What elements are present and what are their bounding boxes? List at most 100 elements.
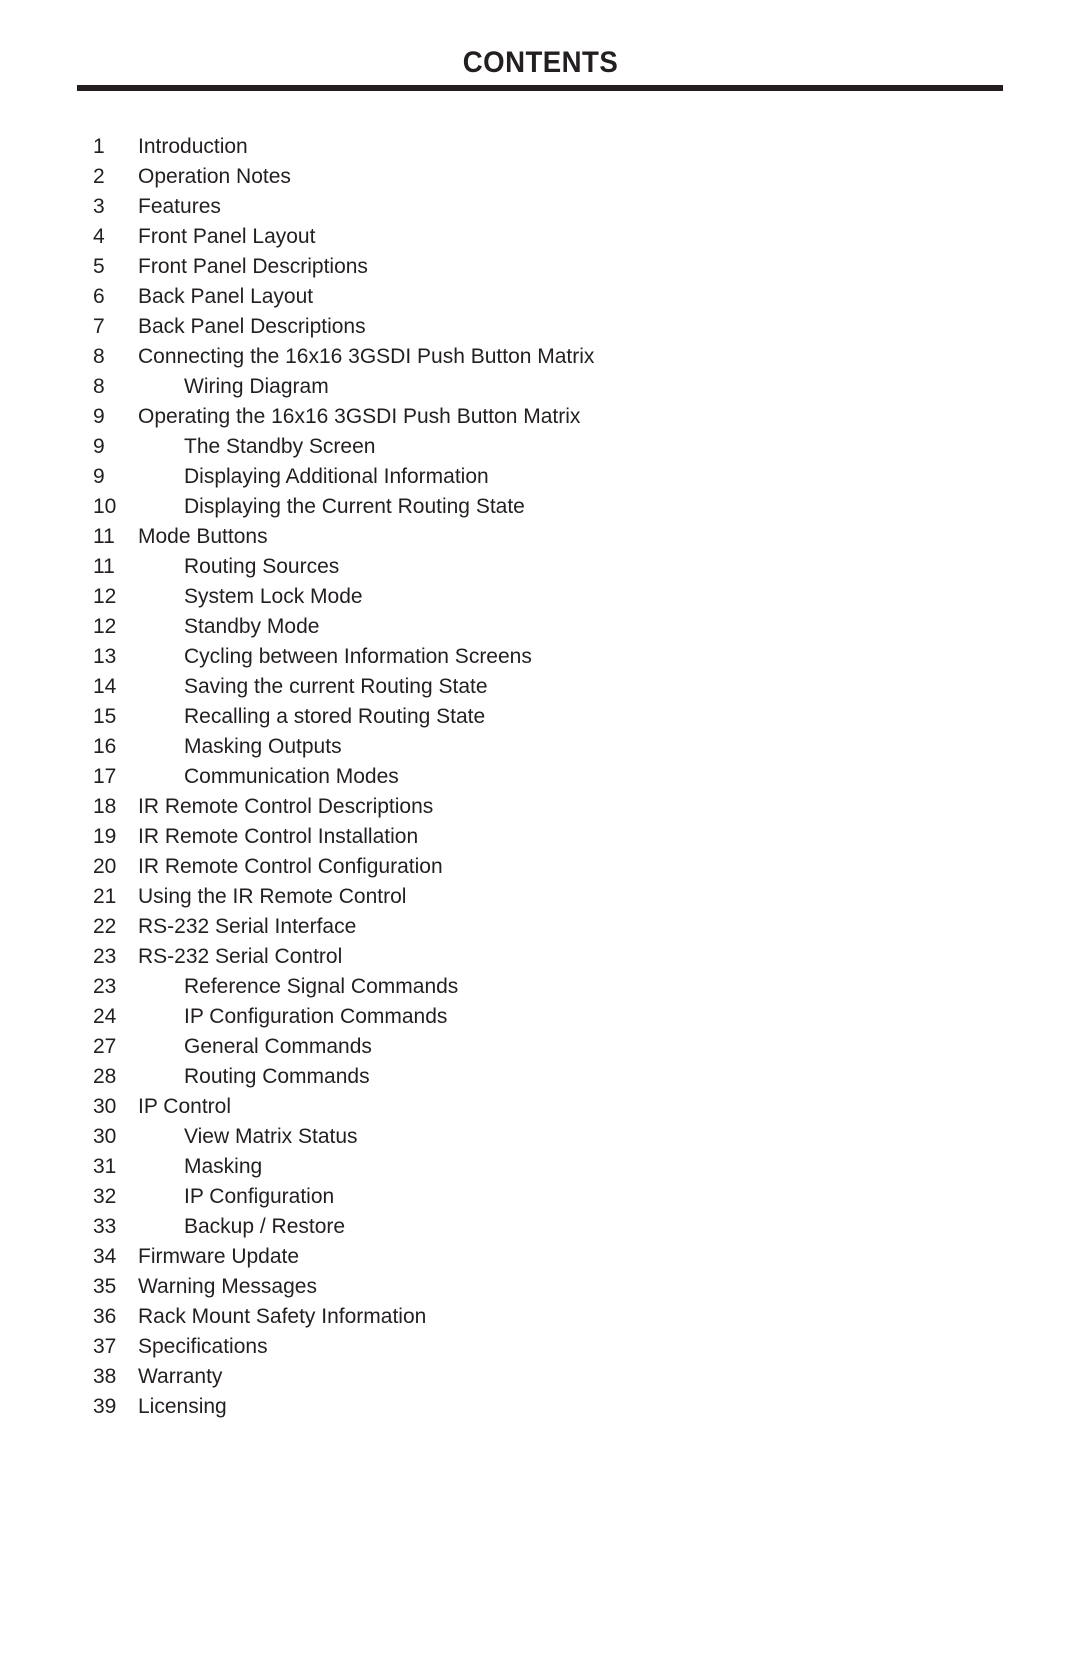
toc-entry[interactable]: 15 Recalling a stored Routing State — [0, 702, 1080, 732]
toc-entry[interactable]: 4 Front Panel Layout — [0, 222, 1080, 252]
toc-entry-page-number: 6 — [93, 285, 105, 308]
toc-entry[interactable]: 2 Operation Notes — [0, 162, 1080, 192]
toc-entry[interactable]: 20 IR Remote Control Configuration — [0, 852, 1080, 882]
toc-entry[interactable]: 8 Wiring Diagram — [0, 372, 1080, 402]
toc-entry[interactable]: 11 Mode Buttons — [0, 522, 1080, 552]
toc-entry[interactable]: 38 Warranty — [0, 1362, 1080, 1392]
toc-entry-label: Communication Modes — [184, 765, 399, 788]
toc-entry-page-number: 12 — [93, 585, 117, 608]
toc-entry[interactable]: 23 RS-232 Serial Control — [0, 942, 1080, 972]
toc-entry-label: Warranty — [138, 1365, 223, 1388]
contents-page: CONTENTS 1 Introduction 2 Operation Notes 3 F… — [0, 0, 1080, 1669]
toc-entry-label: The Standby Screen — [184, 435, 376, 458]
header-divider — [77, 85, 1003, 91]
toc-entry[interactable]: 5 Front Panel Descriptions — [0, 252, 1080, 282]
toc-entry-label: Operating the 16x16 3GSDI Push Button Ma… — [138, 405, 581, 428]
toc-entry[interactable]: 28 Routing Commands — [0, 1062, 1080, 1092]
toc-entry[interactable]: 19 IR Remote Control Installation — [0, 822, 1080, 852]
toc-entry-label: Routing Commands — [184, 1065, 370, 1088]
toc-entry[interactable]: 24 IP Configuration Commands — [0, 1002, 1080, 1032]
toc-entry-page-number: 34 — [93, 1245, 117, 1268]
toc-entry-page-number: 8 — [93, 345, 105, 368]
toc-entry[interactable]: 31 Masking — [0, 1152, 1080, 1182]
toc-entry-label: RS-232 Serial Control — [138, 945, 343, 968]
toc-entry-page-number: 9 — [93, 465, 105, 488]
page-title: CONTENTS — [462, 46, 618, 79]
toc-entry[interactable]: 30 View Matrix Status — [0, 1122, 1080, 1152]
toc-entry[interactable]: 6 Back Panel Layout — [0, 282, 1080, 312]
toc-entry-label: Front Panel Layout — [138, 225, 316, 248]
toc-entry-page-number: 11 — [93, 525, 115, 548]
toc-entry-label: System Lock Mode — [184, 585, 363, 608]
toc-entry[interactable]: 11 Routing Sources — [0, 552, 1080, 582]
toc-entry-page-number: 1 — [93, 135, 105, 158]
toc-entry[interactable]: 1 Introduction — [0, 132, 1080, 162]
toc-entry[interactable]: 3 Features — [0, 192, 1080, 222]
toc-entry-page-number: 7 — [93, 315, 105, 338]
toc-entry-label: Using the IR Remote Control — [138, 885, 407, 908]
toc-entry[interactable]: 12 System Lock Mode — [0, 582, 1080, 612]
table-of-contents-list: 1 Introduction 2 Operation Notes 3 Features 4 F… — [0, 132, 1080, 1422]
toc-entry-page-number: 2 — [93, 165, 105, 188]
toc-entry-label: RS-232 Serial Interface — [138, 915, 357, 938]
toc-entry[interactable]: 21 Using the IR Remote Control — [0, 882, 1080, 912]
toc-entry[interactable]: 7 Back Panel Descriptions — [0, 312, 1080, 342]
toc-entry-page-number: 5 — [93, 255, 105, 278]
toc-entry[interactable]: 30 IP Control — [0, 1092, 1080, 1122]
toc-entry[interactable]: 36 Rack Mount Safety Information — [0, 1302, 1080, 1332]
toc-entry-label: IR Remote Control Descriptions — [138, 795, 434, 818]
toc-entry[interactable]: 23 Reference Signal Commands — [0, 972, 1080, 1002]
page-header: CONTENTS — [77, 46, 1003, 80]
toc-entry-page-number: 17 — [93, 765, 117, 788]
toc-entry[interactable]: 39 Licensing — [0, 1392, 1080, 1422]
toc-entry-page-number: 10 — [93, 495, 117, 518]
toc-entry[interactable]: 17 Communication Modes — [0, 762, 1080, 792]
toc-entry[interactable]: 9 Displaying Additional Information — [0, 462, 1080, 492]
toc-entry[interactable]: 27 General Commands — [0, 1032, 1080, 1062]
toc-entry-page-number: 9 — [93, 435, 105, 458]
toc-entry[interactable]: 33 Backup / Restore — [0, 1212, 1080, 1242]
toc-entry[interactable]: 22 RS-232 Serial Interface — [0, 912, 1080, 942]
toc-entry-label: Licensing — [138, 1395, 227, 1418]
toc-entry[interactable]: 8 Connecting the 16x16 3GSDI Push Button … — [0, 342, 1080, 372]
toc-entry[interactable]: 9 The Standby Screen — [0, 432, 1080, 462]
toc-entry-label: Displaying the Current Routing State — [184, 495, 525, 518]
toc-entry-page-number: 11 — [93, 555, 115, 578]
toc-entry-page-number: 24 — [93, 1005, 117, 1028]
toc-entry[interactable]: 34 Firmware Update — [0, 1242, 1080, 1272]
toc-entry-page-number: 12 — [93, 615, 117, 638]
toc-entry-page-number: 30 — [93, 1095, 117, 1118]
toc-entry-page-number: 13 — [93, 645, 117, 668]
toc-entry-label: Connecting the 16x16 3GSDI Push Button M… — [138, 345, 595, 368]
toc-entry-page-number: 38 — [93, 1365, 117, 1388]
toc-entry-label: IR Remote Control Configuration — [138, 855, 443, 878]
toc-entry[interactable]: 10 Displaying the Current Routing State — [0, 492, 1080, 522]
toc-entry-label: Standby Mode — [184, 615, 320, 638]
toc-entry-page-number: 21 — [93, 885, 117, 908]
toc-entry[interactable]: 13 Cycling between Information Screens — [0, 642, 1080, 672]
toc-entry-page-number: 27 — [93, 1035, 117, 1058]
toc-entry-page-number: 14 — [93, 675, 117, 698]
toc-entry[interactable]: 37 Specifications — [0, 1332, 1080, 1362]
toc-entry-page-number: 30 — [93, 1125, 117, 1148]
toc-entry-label: Rack Mount Safety Information — [138, 1305, 427, 1328]
toc-entry-label: Recalling a stored Routing State — [184, 705, 486, 728]
toc-entry[interactable]: 35 Warning Messages — [0, 1272, 1080, 1302]
toc-entry[interactable]: 18 IR Remote Control Descriptions — [0, 792, 1080, 822]
toc-entry-page-number: 39 — [93, 1395, 117, 1418]
toc-entry-label: Displaying Additional Information — [184, 465, 489, 488]
toc-entry-page-number: 16 — [93, 735, 117, 758]
toc-entry[interactable]: 9 Operating the 16x16 3GSDI Push Button M… — [0, 402, 1080, 432]
toc-entry-label: Features — [138, 195, 221, 218]
toc-entry-page-number: 4 — [93, 225, 105, 248]
toc-entry-label: Operation Notes — [138, 165, 291, 188]
toc-entry-label: Specifications — [138, 1335, 268, 1358]
toc-entry-label: Introduction — [138, 135, 248, 158]
toc-entry-label: IP Configuration — [184, 1185, 335, 1208]
toc-entry[interactable]: 14 Saving the current Routing State — [0, 672, 1080, 702]
toc-entry-label: IP Control — [138, 1095, 231, 1118]
toc-entry[interactable]: 16 Masking Outputs — [0, 732, 1080, 762]
toc-entry-page-number: 23 — [93, 945, 117, 968]
toc-entry[interactable]: 12 Standby Mode — [0, 612, 1080, 642]
toc-entry[interactable]: 32 IP Configuration — [0, 1182, 1080, 1212]
